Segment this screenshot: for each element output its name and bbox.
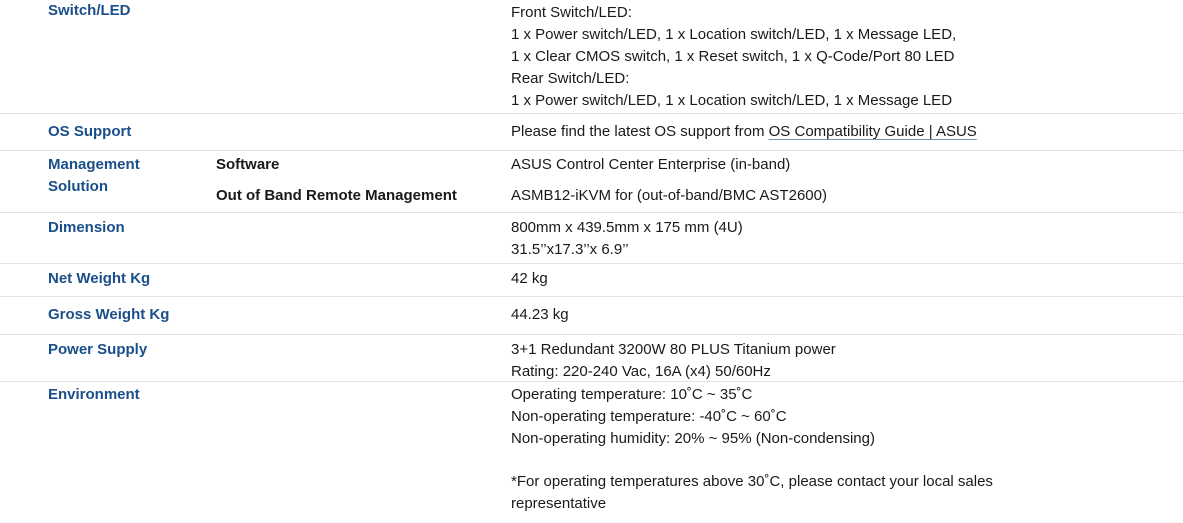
switch-led-line: 1 x Clear CMOS switch, 1 x Reset switch,…: [511, 48, 955, 65]
environment-line: Non-operating humidity: 20% ~ 95% (Non-c…: [511, 430, 875, 447]
spec-table: Switch/LED Front Switch/LED: 1 x Power s…: [0, 0, 1183, 520]
switch-led-line: 1 x Power switch/LED, 1 x Location switc…: [511, 92, 953, 109]
value-gross-weight: 44.23 kg: [511, 306, 569, 323]
row-environment: Environment Operating temperature: 10˚C …: [0, 382, 1183, 520]
power-supply-line: Rating: 220-240 Vac, 16A (x4) 50/60Hz: [511, 363, 771, 380]
value-dimension: 800mm x 439.5mm x 175 mm (4U) 31.5’’x17.…: [511, 217, 1151, 261]
label-net-weight: Net Weight Kg: [48, 270, 151, 287]
label-environment: Environment: [48, 386, 140, 403]
value-software: ASUS Control Center Enterprise (in-band): [511, 156, 791, 173]
environment-note-line2: representative: [511, 495, 607, 512]
row-power-supply: Power Supply 3+1 Redundant 3200W 80 PLUS…: [0, 335, 1183, 382]
label-gross-weight: Gross Weight Kg: [48, 306, 170, 323]
power-supply-line: 3+1 Redundant 3200W 80 PLUS Titanium pow…: [511, 341, 836, 358]
sub-label-software: Software: [216, 156, 280, 173]
row-management: Management Solution Software ASUS Contro…: [0, 151, 1183, 213]
label-management-line2: Solution: [48, 178, 108, 195]
switch-led-line: Front Switch/LED:: [511, 4, 632, 21]
switch-led-line: 1 x Power switch/LED, 1 x Location switc…: [511, 26, 957, 43]
value-environment: Operating temperature: 10˚C ~ 35˚C Non-o…: [511, 384, 1151, 515]
environment-note-line1: *For operating temperatures above 30˚C, …: [511, 473, 993, 490]
row-switch-led: Switch/LED Front Switch/LED: 1 x Power s…: [0, 0, 1183, 114]
sub-label-oob: Out of Band Remote Management: [216, 187, 457, 204]
row-os-support: OS Support Please find the latest OS sup…: [0, 114, 1183, 151]
value-oob: ASMB12-iKVM for (out-of-band/BMC AST2600…: [511, 187, 827, 204]
environment-line: Non-operating temperature: -40˚C ~ 60˚C: [511, 408, 787, 425]
value-net-weight: 42 kg: [511, 270, 548, 287]
dimension-line: 800mm x 439.5mm x 175 mm (4U): [511, 219, 743, 236]
row-net-weight: Net Weight Kg 42 kg: [0, 264, 1183, 297]
value-power-supply: 3+1 Redundant 3200W 80 PLUS Titanium pow…: [511, 339, 1151, 383]
dimension-line: 31.5’’x17.3’’x 6.9’’: [511, 241, 629, 258]
switch-led-line: Rear Switch/LED:: [511, 70, 630, 87]
label-management-line1: Management: [48, 156, 140, 173]
os-support-text: Please find the latest OS support from: [511, 123, 765, 140]
value-os-support: Please find the latest OS support from O…: [511, 121, 1151, 143]
label-management: Management Solution: [48, 154, 208, 198]
label-power-supply: Power Supply: [48, 341, 148, 358]
label-os-support: OS Support: [48, 123, 132, 140]
label-dimension: Dimension: [48, 219, 125, 236]
row-gross-weight: Gross Weight Kg 44.23 kg: [0, 297, 1183, 335]
environment-line: Operating temperature: 10˚C ~ 35˚C: [511, 386, 753, 403]
os-compatibility-link[interactable]: OS Compatibility Guide | ASUS: [769, 123, 977, 140]
row-dimension: Dimension 800mm x 439.5mm x 175 mm (4U) …: [0, 213, 1183, 264]
label-switch-led: Switch/LED: [48, 2, 131, 19]
value-switch-led: Front Switch/LED: 1 x Power switch/LED, …: [511, 2, 1151, 112]
